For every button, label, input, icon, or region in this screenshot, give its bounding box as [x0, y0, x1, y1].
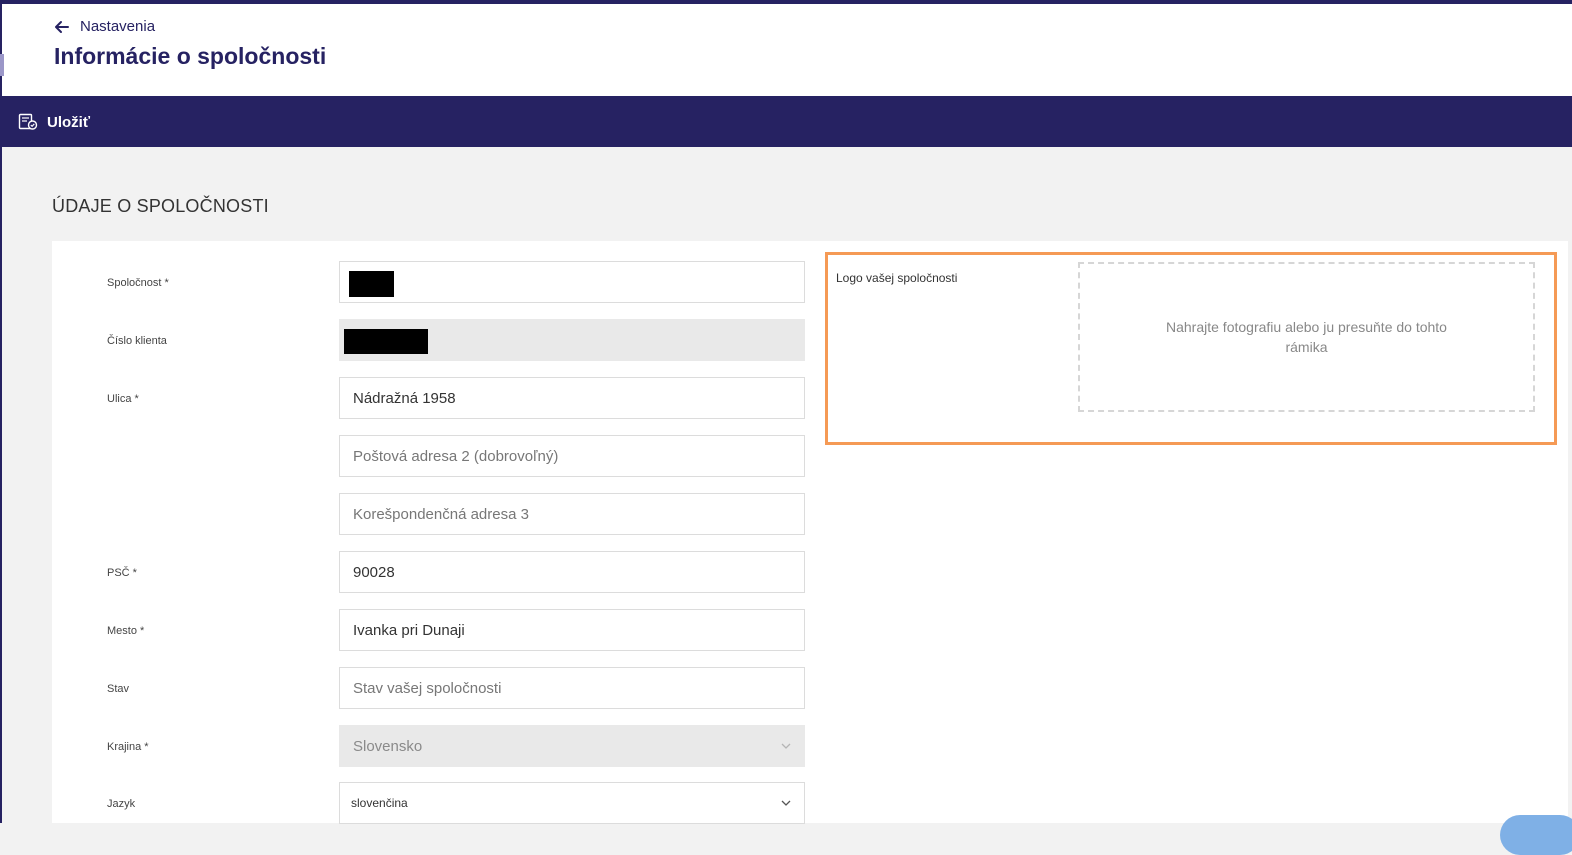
- save-document-icon: [18, 113, 38, 130]
- zip-label: PSČ *: [107, 567, 137, 579]
- back-link-label[interactable]: Nastavenia: [80, 18, 155, 35]
- logo-dropzone[interactable]: Nahrajte fotografiu alebo ju presuňte do…: [1078, 262, 1535, 412]
- street-label: Ulica *: [107, 393, 139, 405]
- page-header: Nastavenia Informácie o spoločnosti: [2, 4, 1572, 96]
- city-input[interactable]: Ivanka pri Dunaji: [339, 609, 805, 651]
- client-number-label: Číslo klienta: [107, 335, 167, 347]
- company-label: Spoločnost *: [107, 277, 169, 289]
- language-label: Jazyk: [107, 798, 136, 810]
- country-select-value: Slovensko: [353, 737, 423, 755]
- address2-input[interactable]: Poštová adresa 2 (dobrovoľný): [339, 435, 805, 477]
- logo-upload-panel: Logo vašej spoločnosti Nahrajte fotograf…: [825, 252, 1557, 445]
- city-label: Mesto *: [107, 625, 145, 637]
- country-label: Krajina *: [107, 741, 149, 753]
- save-button-label[interactable]: Uložiť: [47, 114, 90, 131]
- save-button[interactable]: Uložiť: [18, 108, 90, 136]
- redacted-client-number: [344, 329, 428, 354]
- language-select[interactable]: slovenčina: [339, 782, 805, 824]
- arrow-left-icon: [55, 20, 69, 33]
- street-input[interactable]: Nádražná 1958: [339, 377, 805, 419]
- back-link[interactable]: Nastavenia: [54, 18, 155, 35]
- address3-input[interactable]: Korešpondenčná adresa 3: [339, 493, 805, 535]
- left-scroll-marker: [0, 54, 4, 76]
- page-title: Informácie o spoločnosti: [54, 43, 327, 69]
- language-select-value[interactable]: slovenčina: [351, 796, 408, 810]
- company-input[interactable]: [339, 261, 805, 303]
- logo-label: Logo vašej spoločnosti: [836, 271, 958, 285]
- zip-input[interactable]: 90028: [339, 551, 805, 593]
- action-toolbar: Uložiť: [2, 96, 1572, 147]
- dropzone-text[interactable]: Nahrajte fotografiu alebo ju presuňte do…: [1157, 317, 1457, 357]
- chevron-down-icon[interactable]: [781, 800, 791, 806]
- country-select: Slovensko: [339, 725, 805, 767]
- state-input[interactable]: Stav vašej spoločnosti: [339, 667, 805, 709]
- help-chat-button[interactable]: [1500, 815, 1572, 855]
- section-title: ÚDAJE O SPOLOČNOSTI: [52, 196, 269, 216]
- redacted-company-name: [349, 271, 394, 297]
- chevron-down-icon: [781, 743, 791, 749]
- state-label: Stav: [107, 683, 130, 695]
